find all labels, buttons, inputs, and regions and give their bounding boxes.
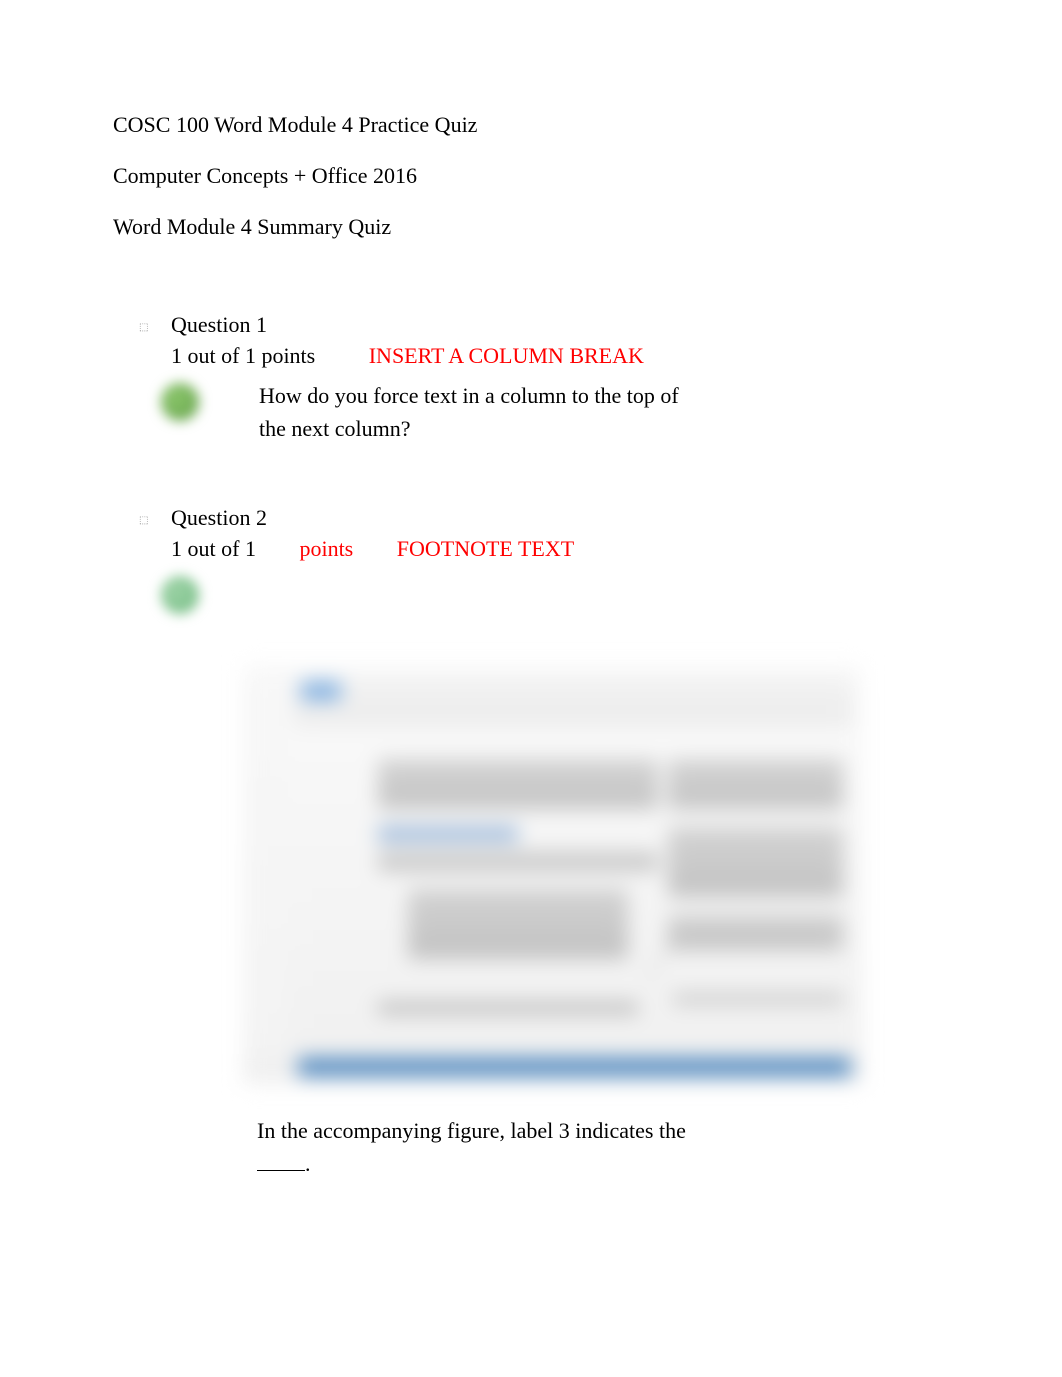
questions-list: ⬚ Question 1 1 out of 1 points INSERT A … — [113, 312, 949, 1180]
course-title: COSC 100 Word Module 4 Practice Quiz — [113, 110, 949, 141]
question-item: ⬚ Question 1 1 out of 1 points INSERT A … — [139, 312, 949, 445]
course-subtitle: Computer Concepts + Office 2016 — [113, 161, 949, 192]
bullet-icon: ⬚ — [139, 322, 149, 333]
quiz-title: Word Module 4 Summary Quiz — [113, 212, 949, 243]
points-score-partial: 1 out of 1 — [171, 536, 256, 561]
points-score: 1 out of 1 points — [171, 343, 315, 368]
points-word: points — [299, 536, 353, 561]
question-number: Question 1 — [171, 312, 949, 338]
answer-text: FOOTNOTE TEXT — [397, 536, 574, 561]
bullet-icon: ⬚ — [139, 515, 149, 526]
question-prompt: How do you force text in a column to the… — [259, 379, 699, 445]
status-icon — [161, 383, 199, 421]
question-number: Question 2 — [171, 505, 949, 531]
figure-image: In the accompanying figure, label 3 indi… — [243, 664, 863, 1180]
figure-caption: In the accompanying figure, label 3 indi… — [257, 1114, 737, 1180]
points-answer-line: 1 out of 1 points INSERT A COLUMN BREAK — [171, 343, 949, 369]
question-item: ⬚ Question 2 1 out of 1 points FOOTNOTE … — [139, 505, 949, 1180]
points-answer-line: 1 out of 1 points FOOTNOTE TEXT — [171, 536, 949, 562]
answer-text: INSERT A COLUMN BREAK — [369, 343, 644, 368]
status-icon — [161, 576, 199, 614]
